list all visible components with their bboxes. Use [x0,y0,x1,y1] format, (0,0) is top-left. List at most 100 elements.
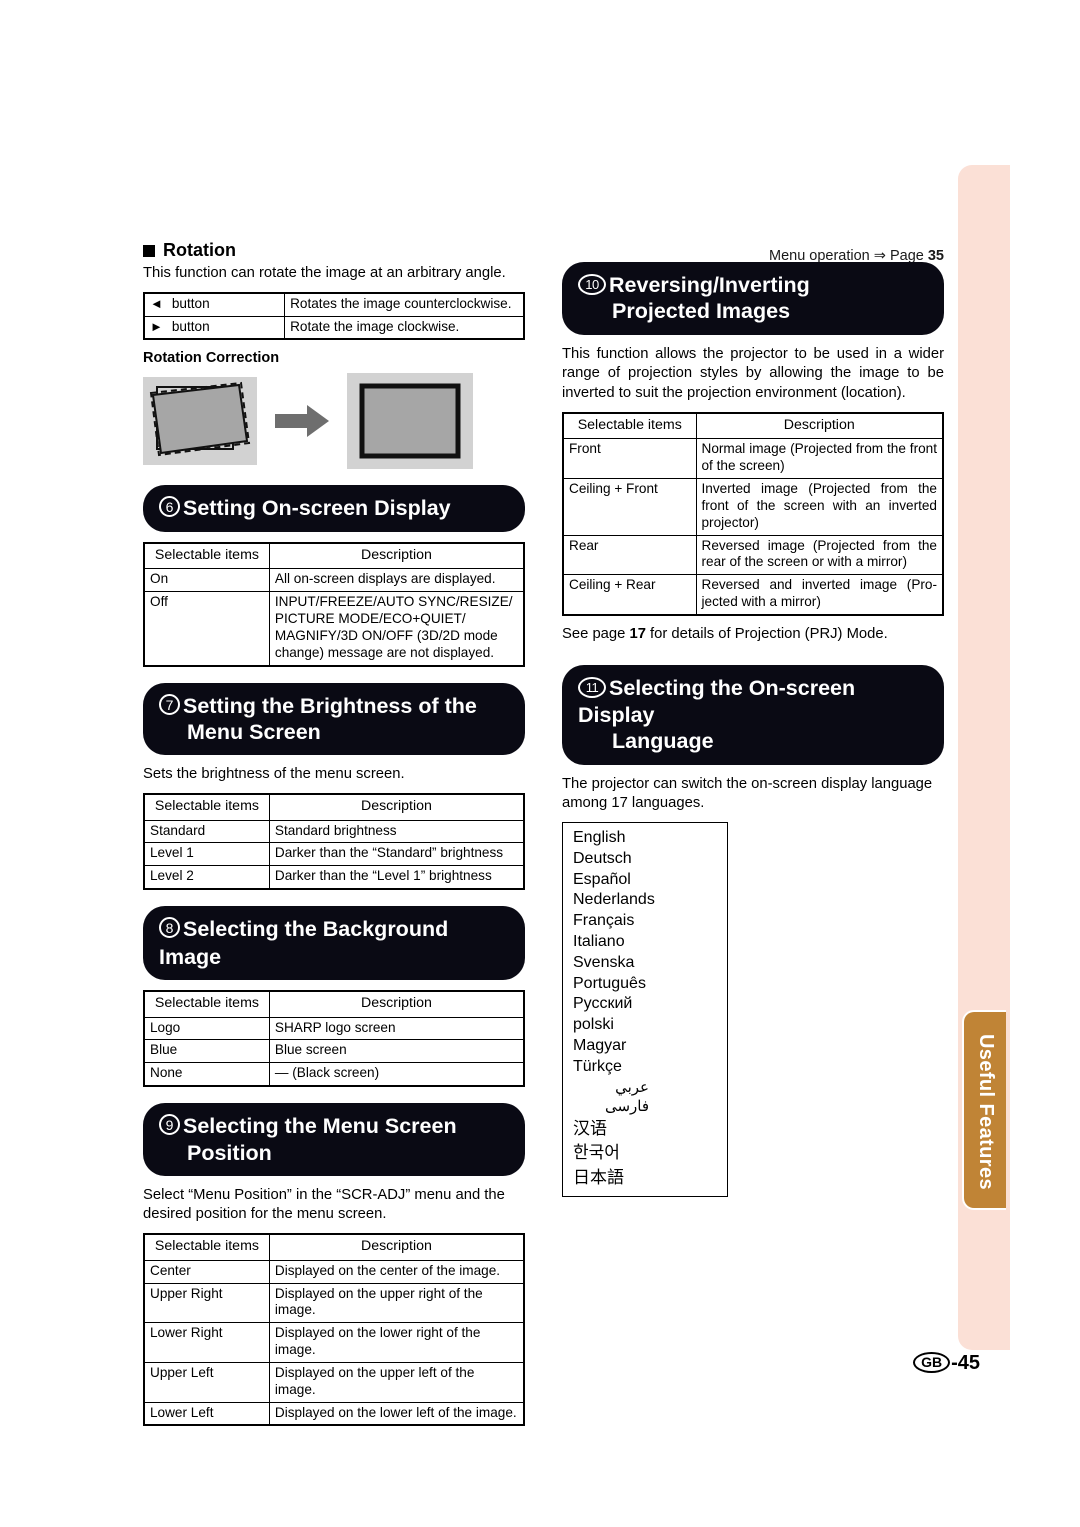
rotation-correction-caption: Rotation Correction [143,350,280,367]
osd-off-item: Off [143,591,270,667]
table-row: Off INPUT/FREEZE/AUTO SYNC/RESIZE/ PICTU… [143,591,525,667]
position-center-desc: Displayed on the center of the image. [268,1259,525,1284]
prj-front-desc: Normal image (Projected from the front o… [695,438,944,479]
prj-rear-desc: Reversed image (Projected from the rear … [695,534,944,576]
language-item-korean: 한국어 [573,1143,620,1163]
section-7-banner: 7 Setting the Brightness of the Menu Scre… [143,682,525,756]
language-item-deutsch: Deutsch [573,849,632,867]
language-item-francais: Français [573,912,635,930]
background-logo-desc: SHARP logo screen [268,1016,525,1041]
section-9-number: 9 [159,1114,180,1136]
osd-on-item: On [143,568,270,593]
section-8-title: Selecting the Background Image [159,917,449,969]
language-item-polski: polski [573,1016,614,1034]
column-header-description: Description [268,1233,525,1261]
prj-ceiling-front-item: Ceiling + Front [562,477,697,536]
prj-ceiling-rear-desc: Reversed and inverted image (Pro-jected … [695,574,944,616]
rotation-ccw-desc: Rotates the image counterclockwise. [284,292,525,317]
language-item-persian: فارسی [604,1098,649,1116]
osd-language-list: English Deutsch Español Nederlands Franç… [562,821,728,1198]
section-9-banner: 9 Selecting the Menu Screen Position [143,1103,525,1176]
brightness-level1-item: Level 1 [143,842,270,867]
right-column: 10 Reversing/Inverting Projected Images T… [562,240,944,1198]
table-row: Standard Standard brightness [143,819,525,844]
left-triangle-icon: ◄ [150,295,163,311]
right-triangle-icon: ► [150,318,163,334]
language-item-portugues: Português [573,974,646,992]
table-row: Front Normal image (Projected from the f… [562,438,944,479]
section-7-body: Sets the brightness of the menu screen. [143,766,405,783]
column-header-selectable-items: Selectable items [143,1233,270,1261]
square-bullet-icon [143,244,155,257]
table-row: Ceiling + Front Inverted image (Projecte… [562,477,944,536]
section-7-title-line2: Menu Screen [187,720,321,745]
position-lower-left-item: Lower Left [143,1401,270,1426]
locale-badge: GB [913,1352,951,1373]
language-item-magyar: Magyar [573,1036,627,1054]
rotation-heading: Rotation [143,240,525,261]
section-9-body: Select “Menu Position” in the “SCR-ADJ” … [143,1186,505,1223]
menu-position-table: Selectable items Description Center Disp… [143,1233,525,1427]
table-row: Ceiling + Rear Reversed and inverted ima… [562,574,944,616]
brightness-level2-desc: Darker than the “Level 1” brightness [268,865,525,890]
section-10-note-prefix: See page [562,625,630,642]
rotation-button-table: ◄ button Rotates the image counterclockwi… [143,291,525,341]
rotation-ccw-button-cell: ◄ button [143,292,286,317]
table-row: Level 1 Darker than the “Standard” brigh… [143,842,525,867]
right-arrow-icon [275,405,329,438]
table-row: ► button Rotate the image clockwise. [143,315,525,340]
language-item-turkce: Türkçe [573,1057,622,1075]
section-11-number: 11 [578,676,606,698]
language-item-russian: Русский [573,995,633,1013]
section-7-number: 7 [159,693,180,715]
section-10-note-suffix: for details of Projection (PRJ) Mode. [645,625,888,642]
table-row: On All on-screen displays are displayed. [143,568,525,593]
language-item-english: English [573,828,626,846]
column-header-selectable-items: Selectable items [143,793,270,821]
table-row: Center Displayed on the center of the im… [143,1259,525,1284]
section-11-banner: 11 Selecting the On-screen Display Langua… [562,664,944,765]
brightness-standard-item: Standard [143,819,270,844]
page-footer: GB -45 [0,1352,980,1375]
section-10-banner: 10 Reversing/Inverting Projected Images [562,262,944,335]
tilted-projected-image-figure [143,377,257,466]
section-10-number: 10 [578,274,606,295]
section-6-title: Setting On-screen Display [183,496,451,521]
position-upper-right-desc: Displayed on the upper right of the imag… [268,1282,525,1324]
brightness-level1-desc: Darker than the “Standard” brightness [268,842,525,867]
section-10-title-line1: Reversing/Inverting [609,273,810,298]
section-11-title-line1: Selecting the On-screen Display [578,675,856,728]
language-item-italiano: Italiano [573,932,625,950]
language-item-espanol: Español [573,870,631,888]
background-image-table: Selectable items Description Logo SHARP … [143,989,525,1088]
table-row: Rear Reversed image (Projected from the … [562,534,944,576]
brightness-level2-item: Level 2 [143,865,270,890]
section-10-note-page: 17 [629,625,646,642]
background-blue-item: Blue [143,1039,270,1064]
osd-display-table: Selectable items Description On All on-s… [143,541,525,667]
column-header-selectable-items: Selectable items [562,412,697,440]
position-lower-left-desc: Displayed on the lower left of the image… [268,1401,525,1426]
table-row: ◄ button Rotates the image counterclockwi… [143,292,525,317]
table-row: Level 2 Darker than the “Level 1” bright… [143,865,525,890]
column-header-description: Description [695,412,944,440]
prj-front-item: Front [562,438,697,479]
table-row: None — (Black screen) [143,1062,525,1087]
corrected-image-svg [347,373,473,470]
side-tab-label: Useful Features [975,1033,998,1191]
figure-transition-arrow [273,401,331,441]
section-9-title-line2: Position [187,1140,272,1165]
table-header-row: Selectable items Description [143,793,525,821]
rotation-correction-figure [143,373,525,470]
table-row: Blue Blue screen [143,1039,525,1064]
section-10-title-line2: Projected Images [612,299,791,324]
prj-rear-item: Rear [562,534,697,576]
section-11-body: The projector can switch the on-screen d… [562,775,933,812]
language-item-arabic: عربي [615,1078,649,1096]
corrected-projected-image-figure [347,373,473,470]
menu-brightness-table: Selectable items Description Standard St… [143,792,525,891]
position-center-item: Center [143,1259,270,1284]
table-header-row: Selectable items Description [143,542,525,570]
section-9-title-line1: Selecting the Menu Screen [183,1114,457,1139]
column-header-selectable-items: Selectable items [143,542,270,570]
